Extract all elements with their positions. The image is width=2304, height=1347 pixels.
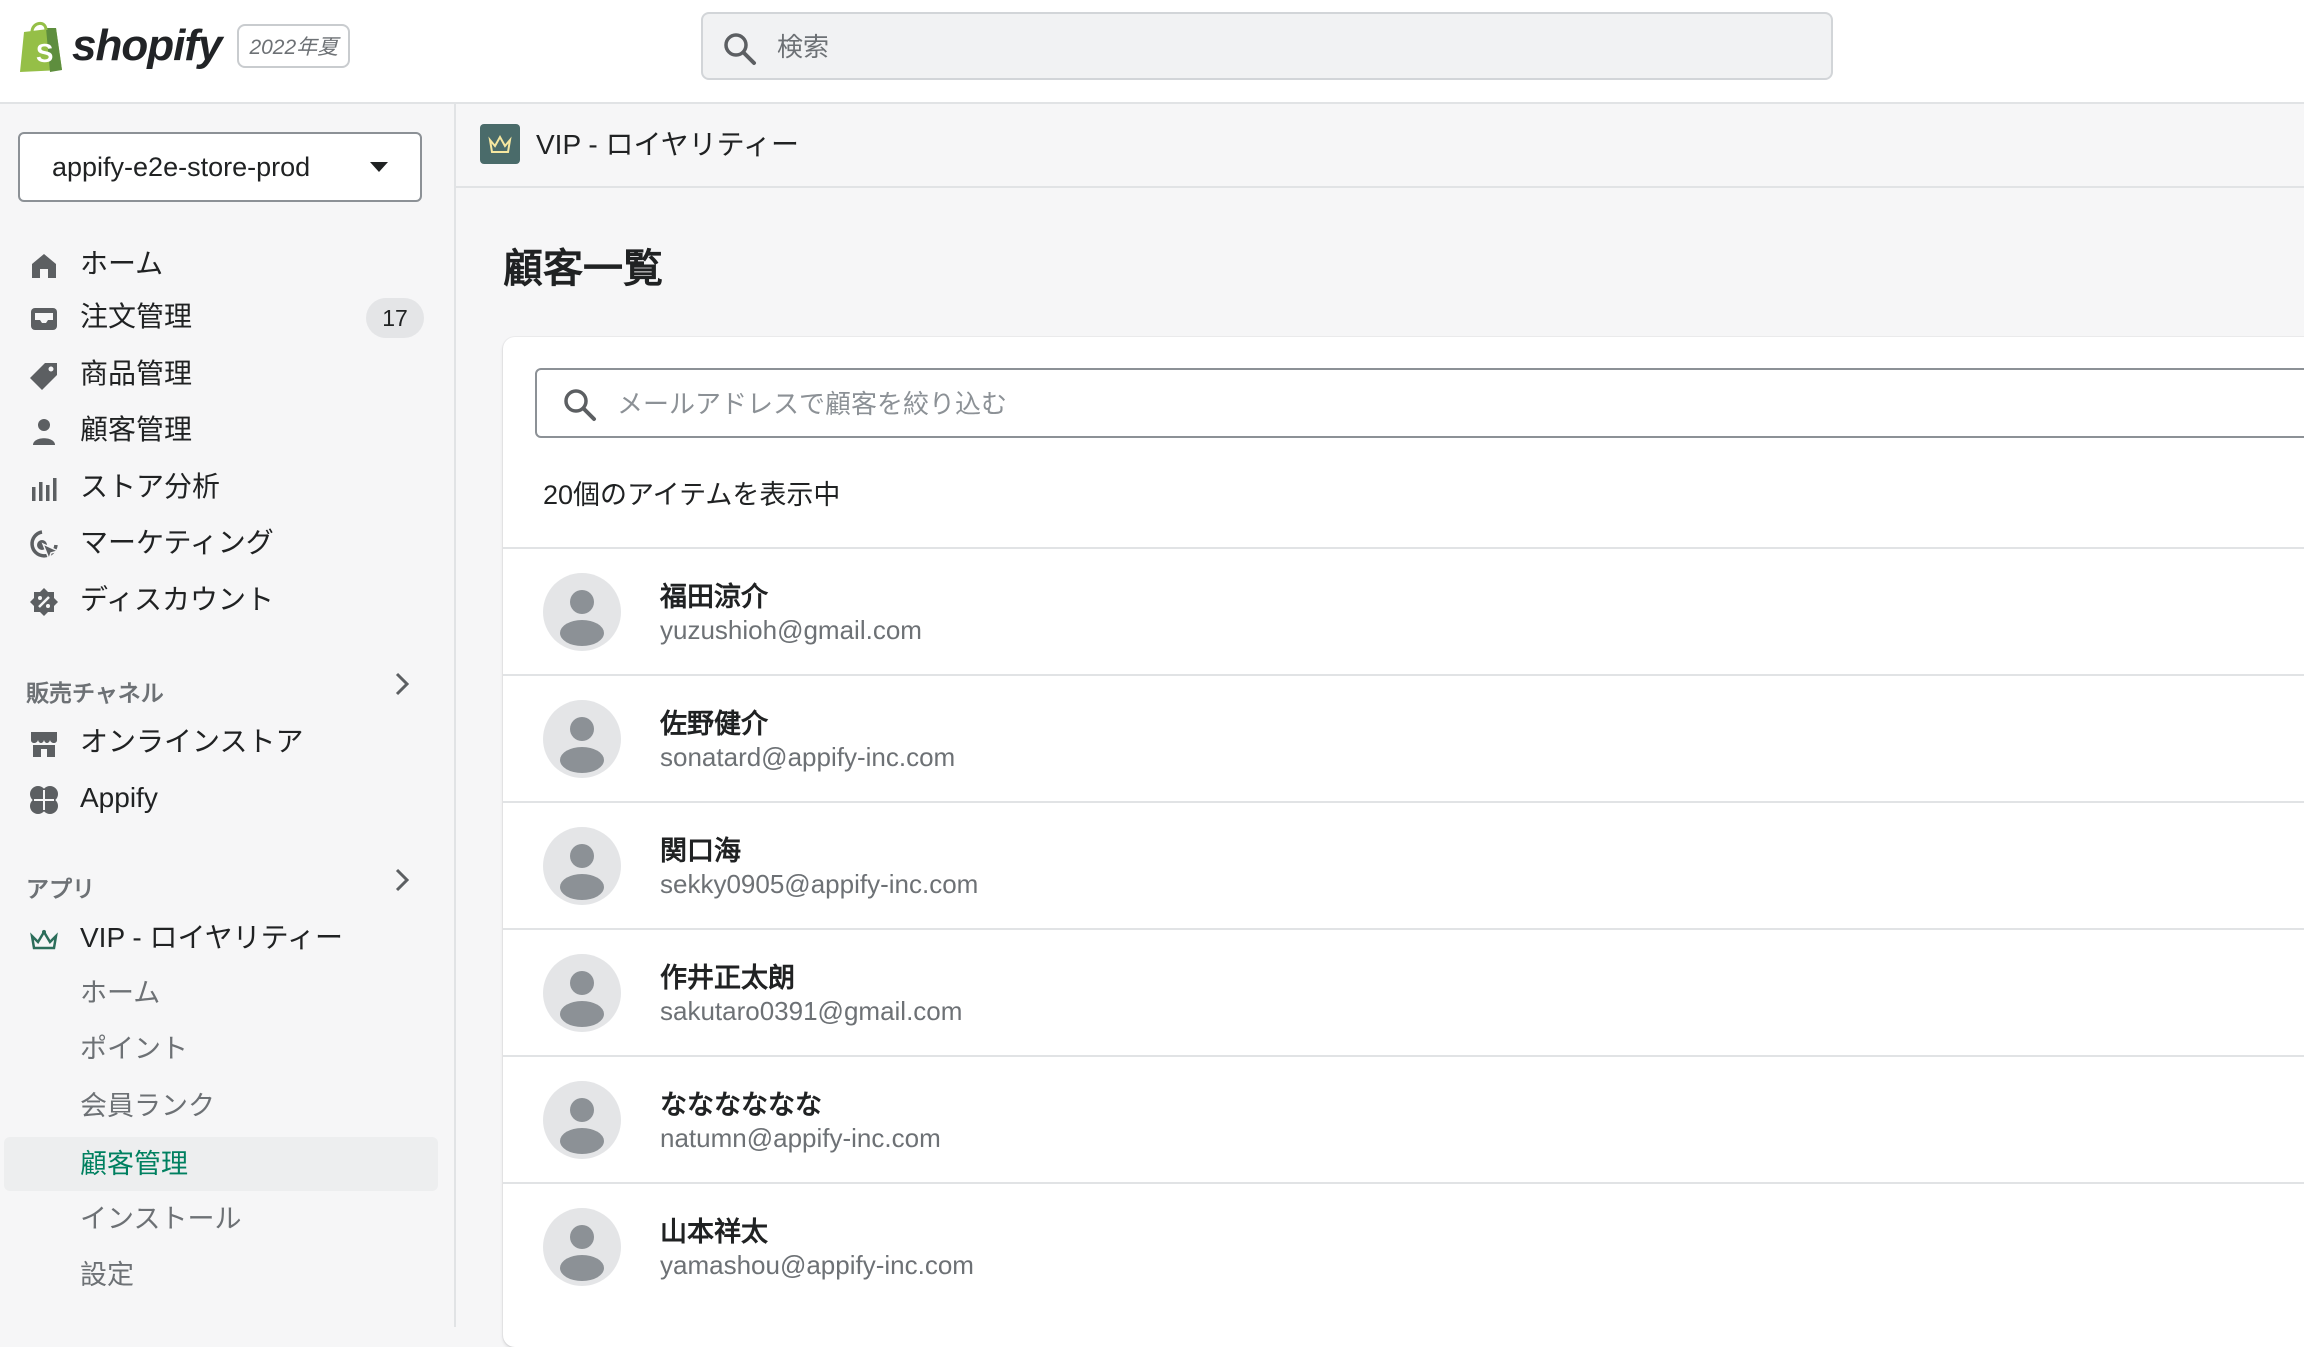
email-filter[interactable] — [535, 368, 2304, 438]
person-icon — [560, 717, 604, 773]
avatar — [543, 700, 621, 778]
sub-item-customers[interactable]: 顧客管理 — [4, 1137, 438, 1191]
customer-name: 作井正太朗 — [660, 963, 795, 993]
apps-title: アプリ — [26, 876, 95, 902]
customer-name: 福田涼介 — [660, 582, 768, 612]
sub-item-home[interactable]: ホーム — [0, 966, 454, 1020]
nav-item-home[interactable]: ホーム — [0, 238, 454, 290]
chevron-right-icon[interactable] — [392, 866, 412, 894]
customer-name: 関口海 — [660, 836, 741, 866]
app-logo — [480, 124, 520, 164]
tag-icon — [30, 363, 57, 390]
chevron-right-icon[interactable] — [392, 670, 412, 698]
customer-list-card: 20個のアイテムを表示中 福田涼介 yuzushioh@gmail.com 佐野… — [503, 337, 2304, 1347]
bar-chart-icon — [32, 478, 57, 501]
page-title: 顧客一覧 — [503, 247, 663, 291]
customer-row[interactable]: なななななな natumn@appify-inc.com — [503, 1055, 2304, 1184]
customer-row[interactable]: 関口海 sekky0905@appify-inc.com — [503, 801, 2304, 930]
app-title: VIP - ロイヤリティー — [536, 129, 799, 160]
target-icon — [30, 530, 60, 561]
item-count: 20個のアイテムを表示中 — [543, 480, 841, 510]
avatar — [543, 1208, 621, 1286]
customer-email: sekky0905@appify-inc.com — [660, 869, 979, 899]
customer-row[interactable]: 佐野健介 sonatard@appify-inc.com — [503, 674, 2304, 803]
orders-count-badge: 17 — [366, 298, 424, 338]
customer-email: yamashou@appify-inc.com — [660, 1250, 974, 1280]
search-icon — [564, 389, 596, 421]
nav-item-products[interactable]: 商品管理 — [0, 348, 454, 400]
edition-badge: 2022年夏 — [237, 24, 351, 68]
customer-row[interactable]: 作井正太朗 sakutaro0391@gmail.com — [503, 928, 2304, 1057]
customer-row[interactable]: 山本祥太 yamashou@appify-inc.com — [503, 1182, 2304, 1311]
nav-item-vip-loyalty[interactable]: VIP - ロイヤリティー — [0, 912, 454, 964]
avatar — [543, 827, 621, 905]
nav-item-appify[interactable]: Appify — [0, 772, 454, 824]
global-search[interactable] — [701, 12, 1833, 80]
customer-name: なななななな — [660, 1090, 822, 1120]
avatar — [543, 954, 621, 1032]
person-icon — [560, 971, 604, 1027]
nav-item-online-store[interactable]: オンラインストア — [0, 716, 454, 768]
email-filter-input[interactable] — [615, 370, 2219, 438]
customer-name: 佐野健介 — [660, 709, 768, 739]
brand-name: shopify — [72, 21, 222, 70]
customer-email: sonatard@appify-inc.com — [660, 742, 956, 772]
crown-icon — [488, 134, 512, 153]
nav-item-discounts[interactable]: ディスカウント — [0, 574, 454, 626]
store-icon — [31, 732, 57, 757]
shopify-logo[interactable]: S shopify 2022年夏 — [16, 16, 351, 76]
nav-item-orders[interactable]: 注文管理 17 — [0, 291, 454, 343]
sales-channels-title: 販売チャネル — [26, 680, 164, 706]
shopify-bag-icon: S — [20, 22, 62, 72]
crown-icon — [30, 929, 58, 950]
nav-item-marketing[interactable]: マーケティング — [0, 517, 454, 569]
sub-item-install[interactable]: インストール — [0, 1192, 454, 1246]
customer-email: yuzushioh@gmail.com — [660, 615, 922, 645]
svg-text:S: S — [36, 38, 53, 68]
customer-email: sakutaro0391@gmail.com — [660, 996, 963, 1026]
customer-name: 山本祥太 — [660, 1217, 768, 1247]
person-icon — [560, 1225, 604, 1281]
discount-icon — [30, 588, 58, 616]
avatar — [543, 573, 621, 651]
appify-icon — [30, 786, 58, 814]
person-icon — [560, 1098, 604, 1154]
sub-item-member-rank[interactable]: 会員ランク — [0, 1079, 454, 1133]
app-title-bar: VIP - ロイヤリティー — [456, 104, 2304, 188]
customer-row[interactable]: 福田涼介 yuzushioh@gmail.com — [503, 547, 2304, 676]
home-icon — [32, 254, 56, 278]
store-name: appify-e2e-store-prod — [52, 152, 311, 182]
customer-email: natumn@appify-inc.com — [660, 1123, 941, 1153]
store-selector[interactable]: appify-e2e-store-prod — [18, 132, 422, 202]
sidebar: appify-e2e-store-prod ホーム 注文管理 17 商品管理 顧… — [0, 104, 456, 1327]
person-icon — [33, 419, 55, 445]
search-icon — [724, 33, 756, 65]
avatar — [543, 1081, 621, 1159]
nav-item-customers[interactable]: 顧客管理 — [0, 404, 454, 456]
sub-item-points[interactable]: ポイント — [0, 1022, 454, 1076]
search-input[interactable] — [775, 14, 1779, 80]
person-icon — [560, 590, 604, 646]
top-bar: S shopify 2022年夏 — [0, 0, 2304, 104]
person-icon — [560, 844, 604, 900]
sub-item-settings[interactable]: 設定 — [0, 1248, 454, 1302]
nav-item-analytics[interactable]: ストア分析 — [0, 461, 454, 513]
caret-down-icon — [370, 162, 388, 172]
inbox-icon — [31, 308, 57, 330]
